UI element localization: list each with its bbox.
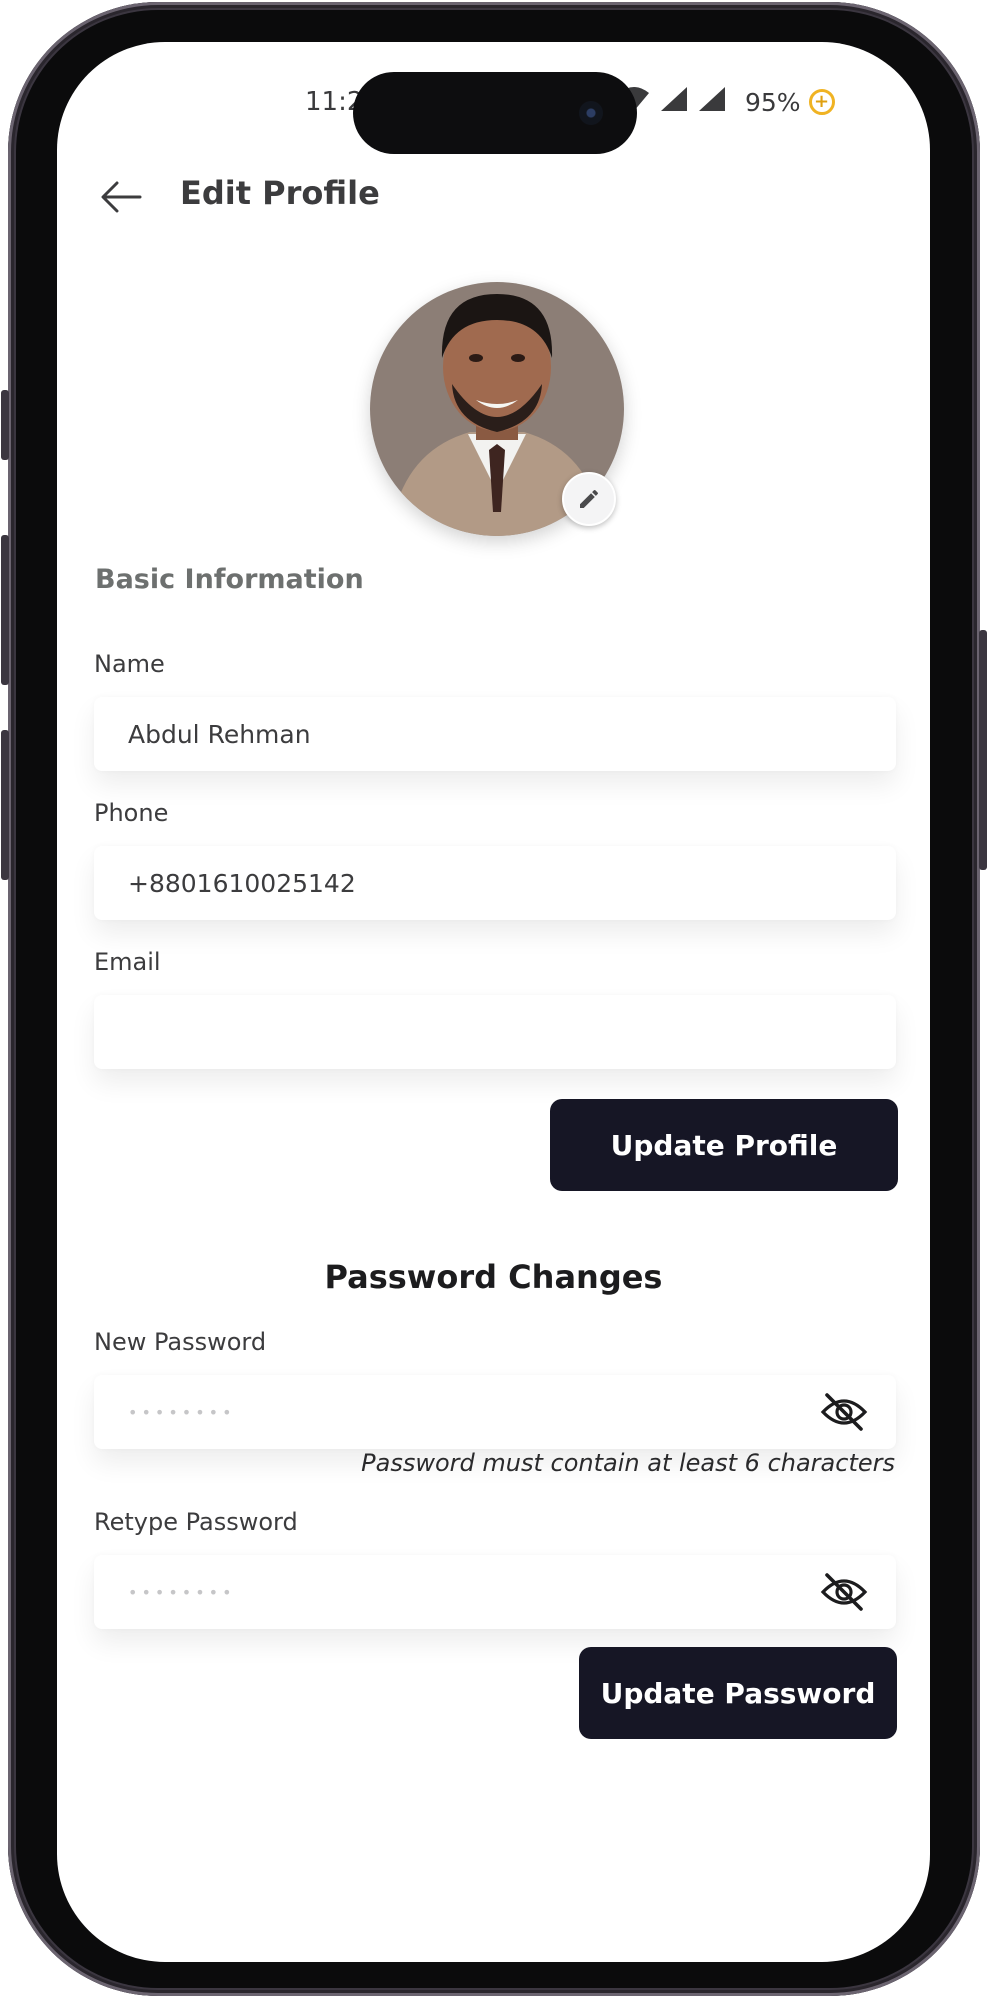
signal-icon-2 (697, 85, 727, 120)
new-password-placeholder: •••••••• (128, 1402, 236, 1422)
mute-switch (1, 390, 9, 460)
eye-off-icon (820, 1573, 868, 1611)
power-button (979, 630, 987, 870)
front-camera (579, 101, 603, 125)
signal-icon (659, 85, 689, 120)
status-icons: 95% + (617, 82, 835, 122)
phone-label: Phone (94, 799, 169, 827)
update-password-button[interactable]: Update Password (579, 1647, 897, 1739)
avatar-container (370, 282, 624, 536)
battery-icon: + (808, 89, 835, 115)
top-app-bar: Edit Profile (57, 162, 930, 232)
name-input[interactable]: Abdul Rehman (94, 697, 896, 771)
dynamic-island (353, 72, 637, 154)
new-password-label: New Password (94, 1328, 267, 1356)
volume-up-button (1, 535, 9, 685)
email-input[interactable] (94, 995, 896, 1069)
section-heading-basic-info: Basic Information (95, 564, 364, 595)
password-hint: Password must contain at least 6 charact… (361, 1449, 895, 1477)
password-section-heading: Password Changes (324, 1258, 663, 1296)
back-button[interactable] (97, 172, 147, 222)
new-password-input[interactable]: •••••••• (94, 1375, 896, 1449)
email-label: Email (94, 948, 161, 976)
page-title: Edit Profile (180, 174, 380, 212)
battery-percent: 95% (745, 87, 801, 117)
name-label: Name (94, 650, 165, 678)
eye-off-icon (820, 1393, 868, 1431)
arrow-left-icon (101, 181, 142, 213)
edit-avatar-button[interactable] (562, 472, 616, 526)
retype-password-label: Retype Password (94, 1508, 298, 1536)
toggle-new-password-visibility[interactable] (818, 1386, 870, 1438)
toggle-retype-password-visibility[interactable] (818, 1566, 870, 1618)
pencil-icon (580, 490, 598, 508)
retype-password-input[interactable]: •••••••• (94, 1555, 896, 1629)
retype-password-placeholder: •••••••• (128, 1582, 236, 1602)
phone-input[interactable]: +8801610025142 (94, 846, 896, 920)
update-profile-button[interactable]: Update Profile (550, 1099, 898, 1191)
volume-down-button (1, 730, 9, 880)
app-screen: 11:2 95% + Edit Profile Basic Informatio… (57, 42, 930, 1962)
